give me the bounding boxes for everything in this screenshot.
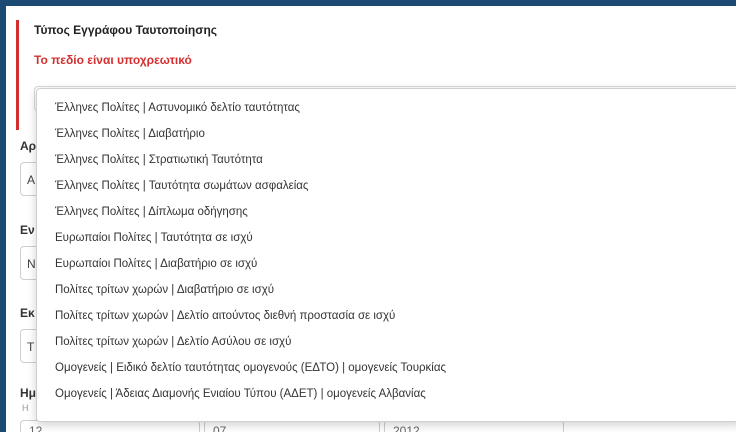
document-type-label: Τύπος Εγγράφου Ταυτοποίησης [34,23,218,37]
required-field-error: Το πεδίο είναι υποχρεωτικό [34,53,192,67]
option-eu-id[interactable]: Ευρωπαίοι Πολίτες | Ταυτότητα σε ισχύ [37,225,736,251]
error-indicator-bar [16,20,19,130]
number-field-label: Αρ [20,139,37,153]
option-eu-passport[interactable]: Ευρωπαίοι Πολίτες | Διαβατήριο σε ισχύ [37,251,736,277]
issuer-field-label: Εκ [20,306,35,320]
option-greek-police-id[interactable]: Έλληνες Πολίτες | Αστυνομικό δελτίο ταυτ… [37,95,736,121]
date-field-hint: Η [22,403,29,413]
date-field-label: Ημ [20,386,37,400]
document-type-dropdown: Έλληνες Πολίτες | Αστυνομικό δελτίο ταυτ… [36,88,736,422]
option-greek-security-id[interactable]: Έλληνες Πολίτες | Ταυτότητα σωμάτων ασφα… [37,173,736,199]
option-third-country-passport[interactable]: Πολίτες τρίτων χωρών | Διαβατήριο σε ισχ… [37,277,736,303]
option-greek-driving-license[interactable]: Έλληνες Πολίτες | Δίπλωμα οδήγησης [37,199,736,225]
option-greek-passport[interactable]: Έλληνες Πολίτες | Διαβατήριο [37,121,736,147]
option-asylum-applicant-card[interactable]: Πολίτες τρίτων χωρών | Δελτίο αιτούντος … [37,303,736,329]
option-asylum-card[interactable]: Πολίτες τρίτων χωρών | Δελτίο Ασύλου σε … [37,329,736,355]
option-greek-military-id[interactable]: Έλληνες Πολίτες | Στρατιωτική Ταυτότητα [37,147,736,173]
option-homogeneis-edto[interactable]: Ομογενείς | Ειδικό δελτίο ταυτότητας ομο… [37,355,736,381]
option-homogeneis-adet[interactable]: Ομογενείς | Άδειας Διαμονής Ενιαίου Τύπο… [37,381,736,407]
form-panel: Τύπος Εγγράφου Ταυτοποίησης Το πεδίο είν… [6,6,736,432]
second-field-label: Εν [20,223,35,237]
